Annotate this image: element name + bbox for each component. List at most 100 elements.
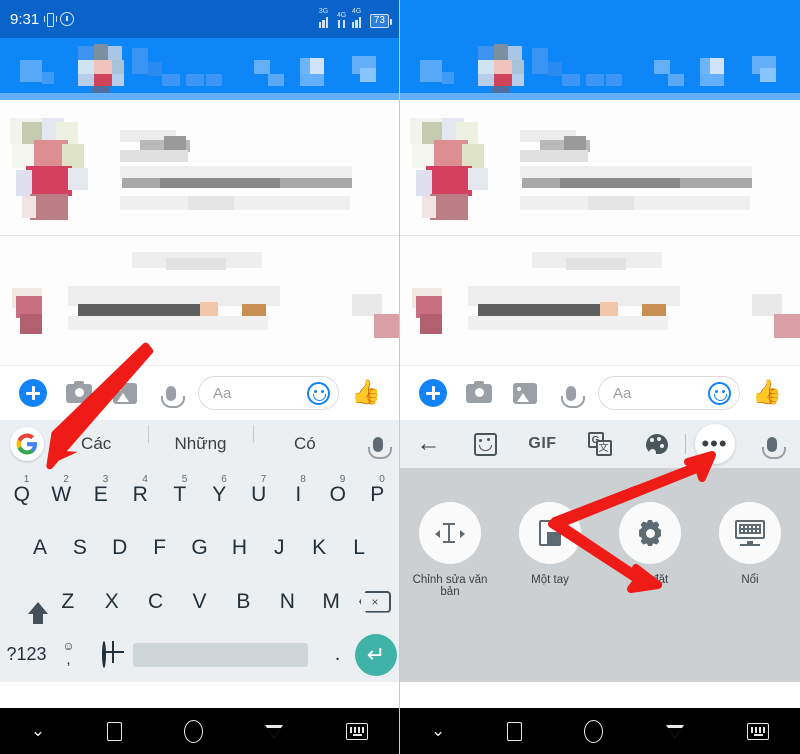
sticker-button[interactable]: [457, 432, 514, 456]
voice-message-button[interactable]: [148, 385, 194, 408]
keyboard-row-2: A S D F G H J K L: [2, 525, 397, 571]
option-label: Nổi: [741, 574, 759, 586]
settings-button[interactable]: [619, 502, 681, 564]
google-logo[interactable]: [10, 427, 44, 461]
key-g[interactable]: G: [180, 536, 220, 560]
like-button[interactable]: 👍: [744, 381, 790, 405]
key-l[interactable]: L: [339, 536, 379, 560]
translate-button[interactable]: G 文: [571, 432, 628, 456]
more-options-button[interactable]: •••: [686, 424, 743, 464]
period-key[interactable]: .: [320, 643, 355, 666]
key-a[interactable]: A: [20, 536, 60, 560]
key-w[interactable]: 2W: [42, 474, 82, 507]
key-v[interactable]: V: [178, 590, 222, 614]
back-triangle-icon: [665, 724, 685, 738]
smiley-icon[interactable]: [708, 381, 731, 405]
key-q[interactable]: 1Q: [2, 474, 42, 507]
option-settings[interactable]: Cài đặt: [604, 502, 696, 586]
key-k[interactable]: K: [299, 536, 339, 560]
comma-emoji-key[interactable]: ☺ ,: [51, 640, 86, 668]
gboard-suggestion-strip: Các Những Có: [0, 420, 399, 468]
text-editing-button[interactable]: [419, 502, 481, 564]
key-n[interactable]: N: [265, 590, 309, 614]
more-options-icon: •••: [694, 424, 735, 464]
key-s[interactable]: S: [60, 536, 100, 560]
toolbar-back-button[interactable]: ←: [400, 430, 457, 458]
option-text-editing[interactable]: Chỉnh sửa văn bản: [404, 502, 496, 598]
signal-icon-1: 3G: [318, 8, 332, 28]
option-floating[interactable]: Nổi: [704, 502, 796, 586]
key-t[interactable]: 5T: [160, 474, 200, 507]
gboard-keyboard: 1Q 2W 3E 4R 5T 6Y 7U 8I 9O 0P A S D F G …: [0, 468, 399, 682]
thumbs-up-icon: 👍: [752, 379, 782, 406]
message-input[interactable]: Aa: [198, 376, 339, 410]
symbols-key[interactable]: ?123: [2, 644, 51, 665]
like-button[interactable]: 👍: [343, 381, 389, 405]
suggestion-list: Các Những Có: [44, 425, 357, 454]
key-c[interactable]: C: [134, 590, 178, 614]
key-i[interactable]: 8I: [279, 474, 319, 507]
recents-button[interactable]: [507, 721, 523, 741]
gallery-button[interactable]: [502, 382, 548, 404]
key-o[interactable]: 9O: [318, 474, 358, 507]
suggestion-item-1[interactable]: Những: [148, 425, 252, 454]
home-button[interactable]: [183, 719, 203, 743]
key-z[interactable]: Z: [46, 590, 90, 614]
key-u[interactable]: 7U: [239, 474, 279, 507]
enter-key[interactable]: ↵: [355, 633, 397, 676]
key-x[interactable]: X: [90, 590, 134, 614]
voice-message-button[interactable]: [548, 385, 594, 408]
microphone-icon: [561, 385, 585, 408]
home-button[interactable]: [584, 719, 604, 743]
message-input[interactable]: Aa: [598, 376, 740, 410]
floating-keyboard-button[interactable]: [719, 502, 781, 564]
hide-keyboard-button[interactable]: ⌄: [31, 721, 45, 741]
option-one-handed[interactable]: Một tay: [504, 502, 596, 586]
key-p[interactable]: 0P: [358, 474, 398, 507]
add-attachment-button[interactable]: [10, 379, 56, 407]
suggestion-item-2[interactable]: Có: [252, 425, 357, 454]
back-button[interactable]: [264, 724, 284, 738]
theme-button[interactable]: [628, 434, 685, 455]
android-nav-bar: ⌄: [0, 708, 399, 754]
back-button[interactable]: [665, 724, 685, 738]
microphone-icon: [368, 436, 392, 459]
smiley-icon[interactable]: [307, 381, 330, 405]
recents-button[interactable]: [106, 721, 122, 741]
key-f[interactable]: F: [140, 536, 180, 560]
gboard-options-panel: Chỉnh sửa văn bản Một tay Cài đặt Nổi: [400, 468, 800, 682]
key-h[interactable]: H: [219, 536, 259, 560]
add-attachment-button[interactable]: [410, 379, 456, 407]
dual-screenshot-container: 9:31 3G 4G 4G 73 Aa 👍 Các Những Có 1 Q 2…: [0, 0, 800, 754]
keyboard-switch-icon: [346, 722, 369, 740]
thumbs-up-icon: 👍: [351, 379, 381, 406]
translate-glyph-cjk: 文: [595, 440, 612, 456]
space-key[interactable]: [133, 642, 308, 667]
key-b[interactable]: B: [221, 590, 265, 614]
key-j[interactable]: J: [259, 536, 299, 560]
keyboard-row-3: Z X C V B N M ×: [2, 579, 397, 625]
back-arrow-icon: ←: [416, 430, 441, 457]
camera-button[interactable]: [456, 380, 502, 403]
backspace-key[interactable]: ×: [353, 590, 397, 613]
microphone-icon: [161, 385, 185, 408]
key-d[interactable]: D: [100, 536, 140, 560]
plus-icon: [419, 379, 447, 407]
switch-keyboard-button[interactable]: [746, 722, 769, 740]
gif-button[interactable]: GIF: [514, 435, 571, 453]
android-nav-bar: ⌄: [400, 708, 800, 754]
suggestion-item-0[interactable]: Các: [44, 434, 148, 454]
key-e[interactable]: 3E: [81, 474, 121, 507]
switch-keyboard-button[interactable]: [346, 722, 369, 740]
palette-icon: [645, 434, 668, 455]
camera-button[interactable]: [56, 380, 102, 403]
key-r[interactable]: 4R: [121, 474, 161, 507]
gallery-button[interactable]: [102, 382, 148, 404]
hide-keyboard-button[interactable]: ⌄: [431, 721, 445, 741]
voice-input-button[interactable]: [743, 436, 800, 459]
one-handed-button[interactable]: [519, 502, 581, 564]
language-switch-key[interactable]: [86, 640, 121, 668]
key-m[interactable]: M: [309, 590, 353, 614]
voice-input-button[interactable]: [357, 436, 399, 459]
key-y[interactable]: 6Y: [200, 474, 240, 507]
